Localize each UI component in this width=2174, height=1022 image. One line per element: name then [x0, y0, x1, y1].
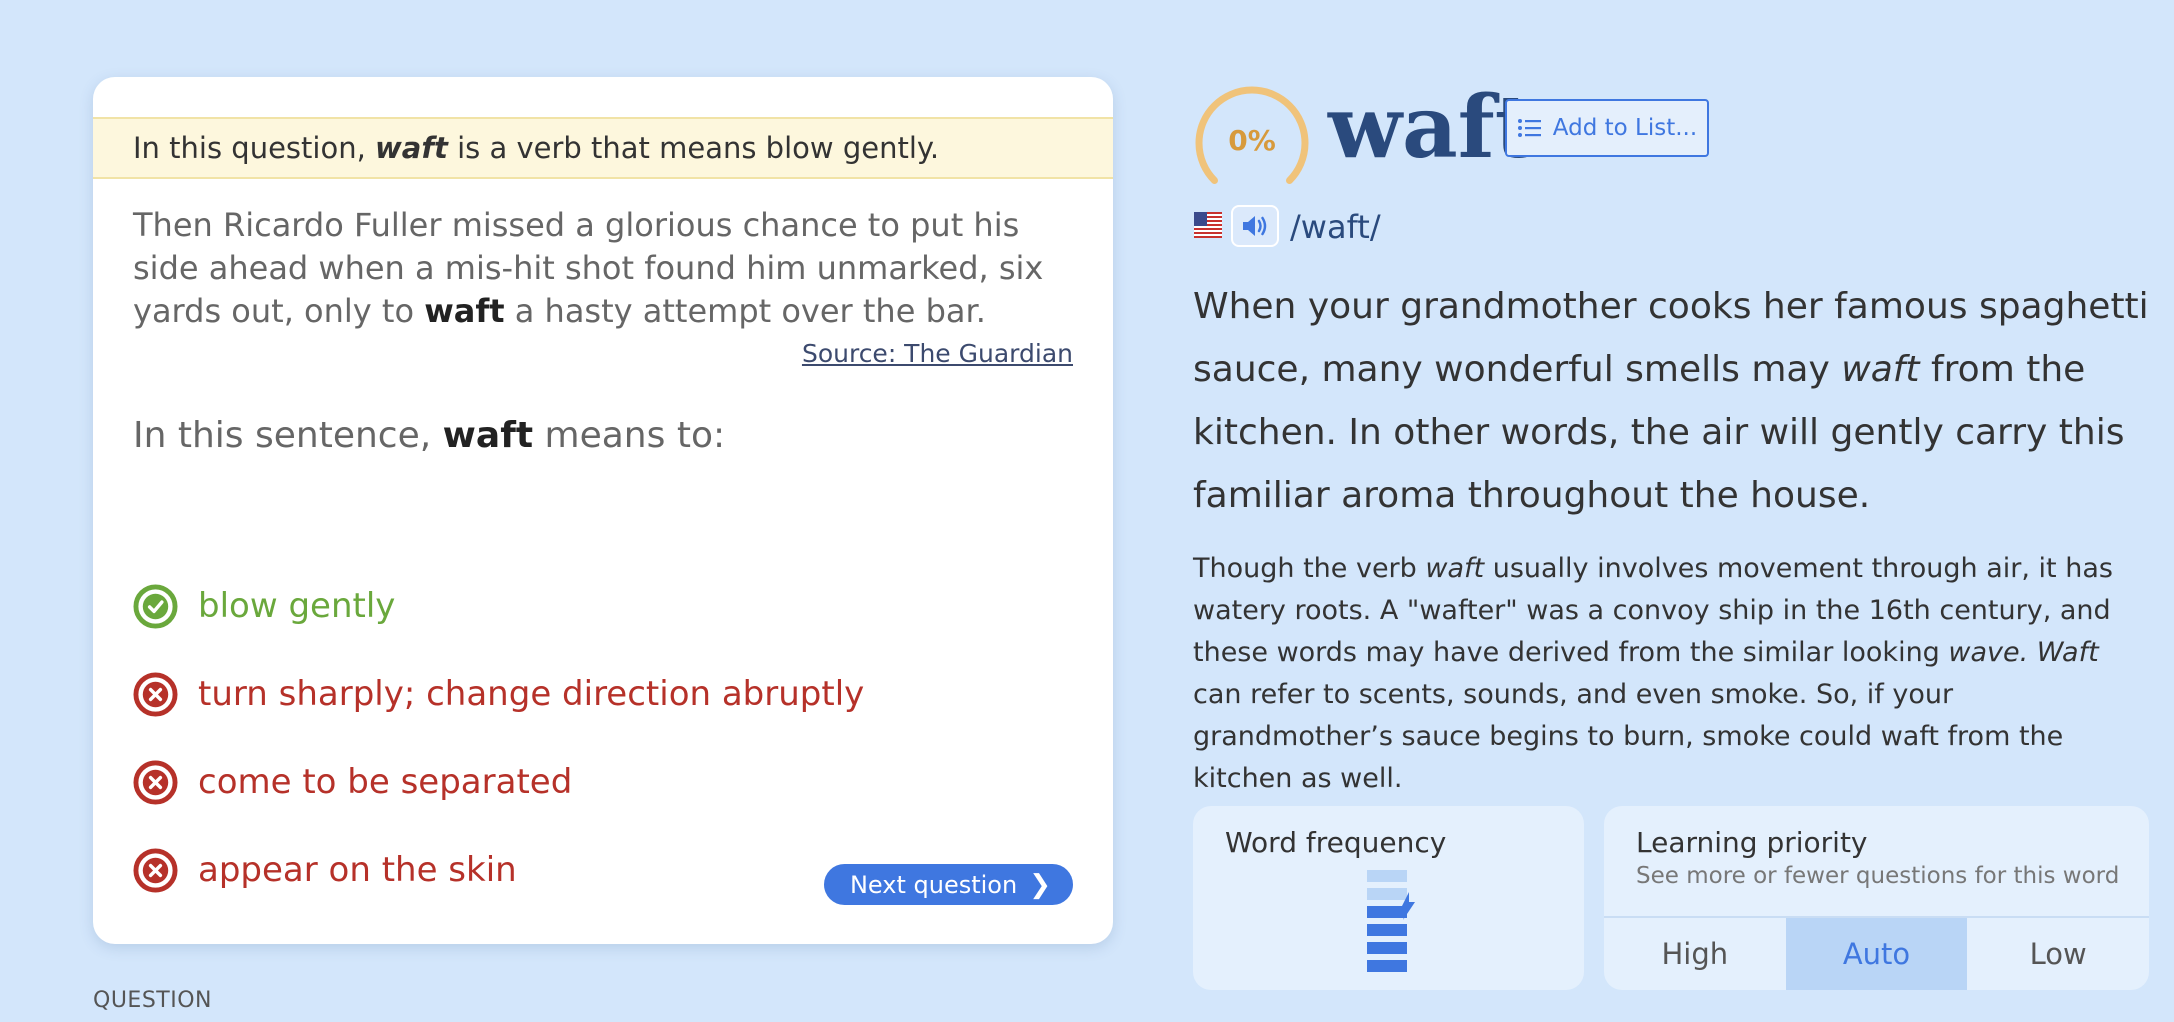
short-def-word: waft	[1841, 349, 1920, 390]
long-def-part3: can refer to scents, sounds, and even sm…	[1193, 679, 2064, 794]
answer-text: come to be separated	[198, 762, 573, 802]
priority-options: High Auto Low	[1604, 916, 2149, 990]
priority-high-button[interactable]: High	[1604, 918, 1786, 990]
hint-prefix: In this question,	[133, 131, 366, 165]
x-circle-icon	[133, 759, 178, 805]
short-definition: When your grandmother cooks her famous s…	[1193, 275, 2153, 527]
question-card: In this question, waft is a verb that me…	[93, 77, 1113, 944]
chevron-right-icon: ❯	[1029, 869, 1051, 900]
next-question-label: Next question	[849, 870, 1018, 899]
word-frequency-label: Word frequency	[1225, 826, 1447, 859]
prompt-after: means to:	[544, 415, 726, 456]
answer-text: appear on the skin	[198, 850, 517, 890]
answer-text: blow gently	[198, 586, 396, 626]
x-circle-icon	[133, 847, 178, 893]
word-frequency-panel: Word frequency	[1193, 806, 1584, 990]
x-circle-icon	[133, 671, 178, 717]
long-def-word: waft	[1425, 553, 1485, 584]
long-definition: Though the verb waft usually involves mo…	[1193, 548, 2153, 800]
sentence-word: waft	[424, 292, 505, 330]
question-prompt: In this sentence, waft means to:	[133, 415, 725, 456]
long-def-part1: Though the verb	[1193, 553, 1417, 584]
us-flag-icon	[1194, 212, 1222, 238]
question-hint: In this question, waft is a verb that me…	[93, 117, 1113, 179]
check-circle-icon	[133, 583, 178, 629]
answer-option[interactable]: blow gently	[133, 582, 1033, 630]
long-def-em2: wave. Waft	[1948, 637, 2099, 668]
next-question-button[interactable]: Next question ❯	[823, 864, 1073, 905]
learning-priority-panel: Learning priority See more or fewer ques…	[1604, 806, 2149, 990]
prompt-before: In this sentence,	[133, 415, 432, 456]
answer-text: turn sharply; change direction abruptly	[198, 674, 865, 714]
hint-suffix: is a verb that means blow gently.	[457, 131, 940, 165]
prompt-word: waft	[442, 415, 534, 456]
audio-button[interactable]	[1231, 205, 1279, 247]
learning-priority-title: Learning priority	[1636, 826, 1868, 859]
add-to-list-label: Add to List...	[1552, 115, 1698, 141]
add-to-list-button[interactable]: Add to List...	[1505, 99, 1709, 157]
hint-word: waft	[375, 131, 448, 165]
answer-option[interactable]: come to be separated	[133, 758, 1033, 806]
priority-auto-button[interactable]: Auto	[1785, 918, 1968, 990]
source-link[interactable]: Source: The Guardian	[802, 339, 1073, 368]
priority-low-button[interactable]: Low	[1967, 918, 2149, 990]
answer-option[interactable]: turn sharply; change direction abruptly	[133, 670, 1033, 718]
section-label: QUESTION	[93, 988, 212, 1013]
sentence-after: a hasty attempt over the bar.	[514, 292, 986, 330]
example-sentence: Then Ricardo Fuller missed a glorious ch…	[133, 204, 1083, 333]
speaker-icon	[1243, 216, 1267, 236]
pronunciation: /waft/	[1290, 208, 1381, 246]
learning-priority-subtitle: See more or fewer questions for this wor…	[1636, 863, 2120, 889]
list-icon	[1517, 119, 1541, 137]
page: In this question, waft is a verb that me…	[0, 0, 2174, 1022]
frequency-bars-icon	[1367, 870, 1415, 972]
word-title: waft	[1328, 77, 1535, 178]
progress-percent: 0%	[1228, 123, 1276, 157]
